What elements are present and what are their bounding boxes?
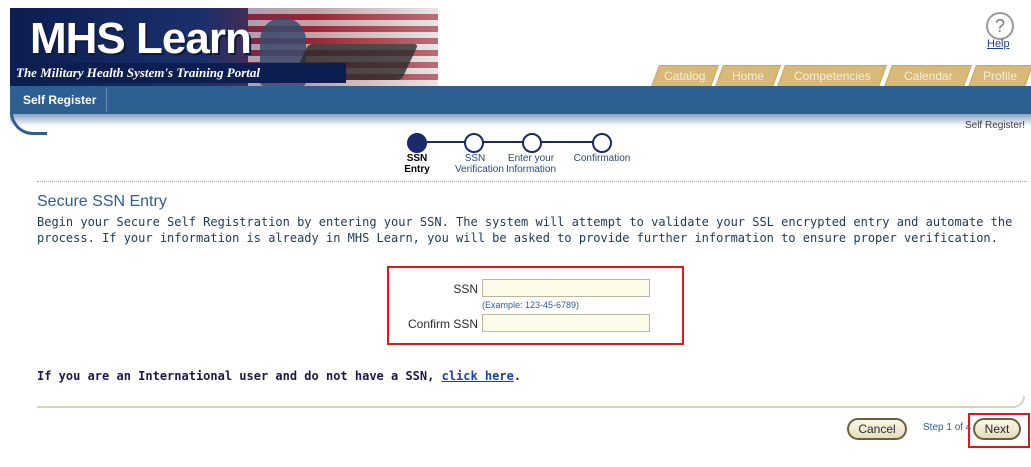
logo: MHS Learn bbox=[30, 14, 252, 63]
international-suffix: . bbox=[513, 369, 522, 383]
step-label-confirmation: Confirmation bbox=[573, 153, 631, 164]
confirm-ssn-input[interactable] bbox=[482, 314, 650, 332]
bottom-divider bbox=[37, 396, 1025, 408]
step-label-ssn-verification: SSN Verification bbox=[455, 153, 504, 175]
nav-bar-curve bbox=[10, 112, 47, 135]
mhs-learn-banner: MHS Learn The Military Health System's T… bbox=[10, 8, 438, 86]
tab-self-register[interactable]: Self Register bbox=[13, 88, 108, 112]
step-3-dot bbox=[522, 133, 542, 153]
nav-bar-shadow bbox=[10, 114, 1031, 126]
ssn-example: (Example: 123-45-6789) bbox=[482, 300, 580, 310]
step-label-enter-information: Enter your Information bbox=[505, 153, 557, 175]
ssn-label: SSN bbox=[453, 282, 478, 296]
tagline: The Military Health System's Training Po… bbox=[12, 63, 346, 83]
tab-catalog[interactable]: Catalog bbox=[650, 65, 720, 87]
step-2-dot bbox=[464, 133, 484, 153]
step-label-ssn-entry: SSN Entry bbox=[404, 153, 430, 175]
nav-bar bbox=[10, 86, 1031, 114]
help-link[interactable]: Help bbox=[987, 38, 1010, 50]
international-text: If you are an International user and do … bbox=[37, 369, 442, 383]
page-title: Secure SSN Entry bbox=[37, 193, 167, 210]
progress-line bbox=[420, 141, 602, 143]
step-4-dot bbox=[592, 133, 612, 153]
tab-calendar[interactable]: Calendar bbox=[883, 65, 973, 87]
breadcrumb: Self Register! bbox=[964, 120, 1025, 131]
step-indicator: Step 1 of 4 bbox=[923, 422, 972, 433]
question-circle-icon[interactable]: ? bbox=[986, 12, 1014, 40]
confirm-ssn-label: Confirm SSN bbox=[407, 317, 478, 331]
step-1-dot bbox=[407, 133, 427, 153]
tab-home[interactable]: Home bbox=[714, 65, 782, 87]
tab-competencies[interactable]: Competencies bbox=[776, 65, 888, 87]
divider bbox=[37, 181, 1027, 182]
intro-text: Begin your Secure Self Registration by e… bbox=[37, 215, 1013, 245]
international-note: If you are an International user and do … bbox=[37, 369, 521, 383]
ssn-input[interactable] bbox=[482, 279, 650, 297]
next-button[interactable]: Next bbox=[973, 418, 1021, 440]
click-here-link[interactable]: click here bbox=[442, 369, 514, 383]
tab-profile[interactable]: Profile bbox=[967, 65, 1031, 87]
cancel-button[interactable]: Cancel bbox=[847, 418, 907, 440]
